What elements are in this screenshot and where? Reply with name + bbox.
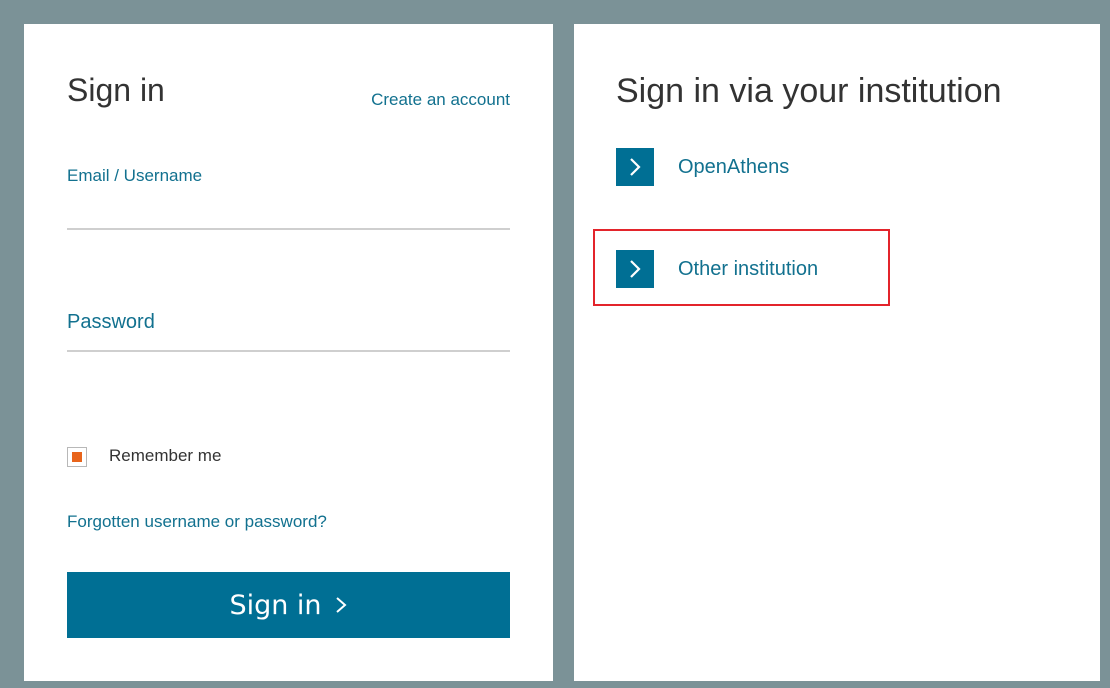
sign-in-button-label: Sign in [229,589,322,621]
openathens-label: OpenAthens [678,156,790,178]
chevron-right-icon [616,250,654,288]
remember-me-checkbox[interactable] [67,447,87,467]
other-institution-label: Other institution [678,258,819,280]
remember-me-row: Remember me [67,444,221,468]
institution-title: Sign in via your institution [616,72,1002,110]
sign-in-panel: Sign in Create an account Email / Userna… [24,24,553,681]
forgot-credentials-link[interactable]: Forgotten username or password? [67,512,327,532]
other-institution-option[interactable]: Other institution [616,250,818,288]
password-input[interactable] [67,322,510,352]
checkbox-checked-mark [72,452,82,462]
chevron-right-icon [616,148,654,186]
openathens-option[interactable]: OpenAthens [616,148,789,186]
remember-me-label[interactable]: Remember me [109,446,221,466]
sign-in-button[interactable]: Sign in [67,572,510,638]
institution-panel: Sign in via your institution OpenAthens … [574,24,1100,681]
email-input[interactable] [67,200,510,230]
sign-in-title: Sign in [67,72,165,108]
create-account-link[interactable]: Create an account [371,90,510,110]
chevron-right-icon [334,595,348,615]
email-label: Email / Username [67,166,203,185]
